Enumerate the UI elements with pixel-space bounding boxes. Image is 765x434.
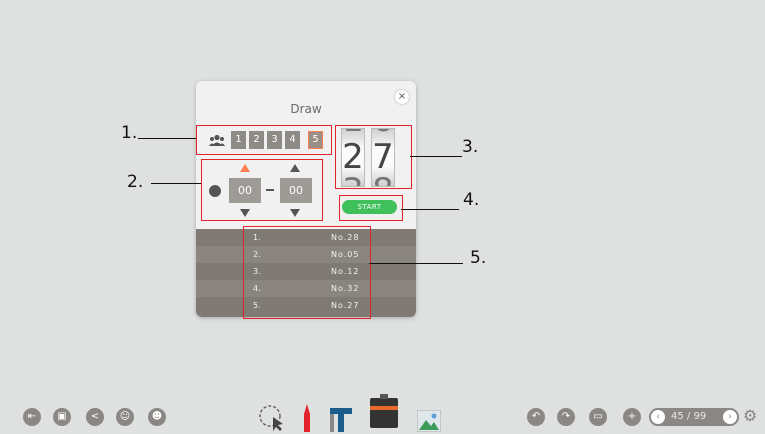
annotation-box-2	[201, 159, 323, 221]
annotation-line-2	[151, 183, 201, 184]
annotation-box-3	[335, 125, 412, 189]
dialog-title: Draw	[290, 102, 322, 116]
pen-tool-icon[interactable]	[301, 404, 313, 432]
annotation-label-4: 4.	[463, 190, 480, 210]
image-tool-icon[interactable]	[417, 410, 441, 432]
next-page-icon[interactable]: ›	[723, 410, 737, 424]
annotation-line-1	[138, 138, 196, 139]
annotation-line-4	[401, 209, 459, 210]
annotation-label-2: 2.	[127, 172, 144, 192]
toolbox-icon[interactable]	[368, 394, 400, 428]
add-user-icon[interactable]: ☺	[116, 408, 134, 426]
page-number: 45 / 99	[671, 411, 707, 422]
previous-page-icon[interactable]: ‹	[651, 410, 665, 424]
annotation-label-1: 1.	[121, 123, 138, 143]
redo-icon[interactable]: ↷	[557, 408, 575, 426]
share-icon[interactable]: <	[86, 408, 104, 426]
undo-icon[interactable]: ↶	[527, 408, 545, 426]
annotation-box-5	[243, 226, 371, 319]
text-tool-icon[interactable]	[330, 408, 352, 432]
gear-icon[interactable]: ⚙	[743, 406, 757, 426]
exit-icon[interactable]: ⇤	[23, 408, 41, 426]
close-button[interactable]: ×	[395, 90, 409, 104]
add-page-icon[interactable]: +	[623, 408, 641, 426]
annotation-label-5: 5.	[470, 248, 487, 268]
annotation-box-4	[339, 195, 403, 221]
page-indicator: ‹ 45 / 99 ›	[649, 408, 739, 426]
annotation-box-1	[196, 125, 332, 155]
annotation-line-3	[410, 156, 462, 157]
user-settings-icon[interactable]: ☻	[148, 408, 166, 426]
select-tool-icon[interactable]	[258, 404, 284, 432]
annotation-label-3: 3.	[462, 137, 479, 157]
annotation-line-5	[369, 263, 463, 264]
screen-icon[interactable]: ▭	[589, 408, 607, 426]
save-icon[interactable]: ▣	[53, 408, 71, 426]
